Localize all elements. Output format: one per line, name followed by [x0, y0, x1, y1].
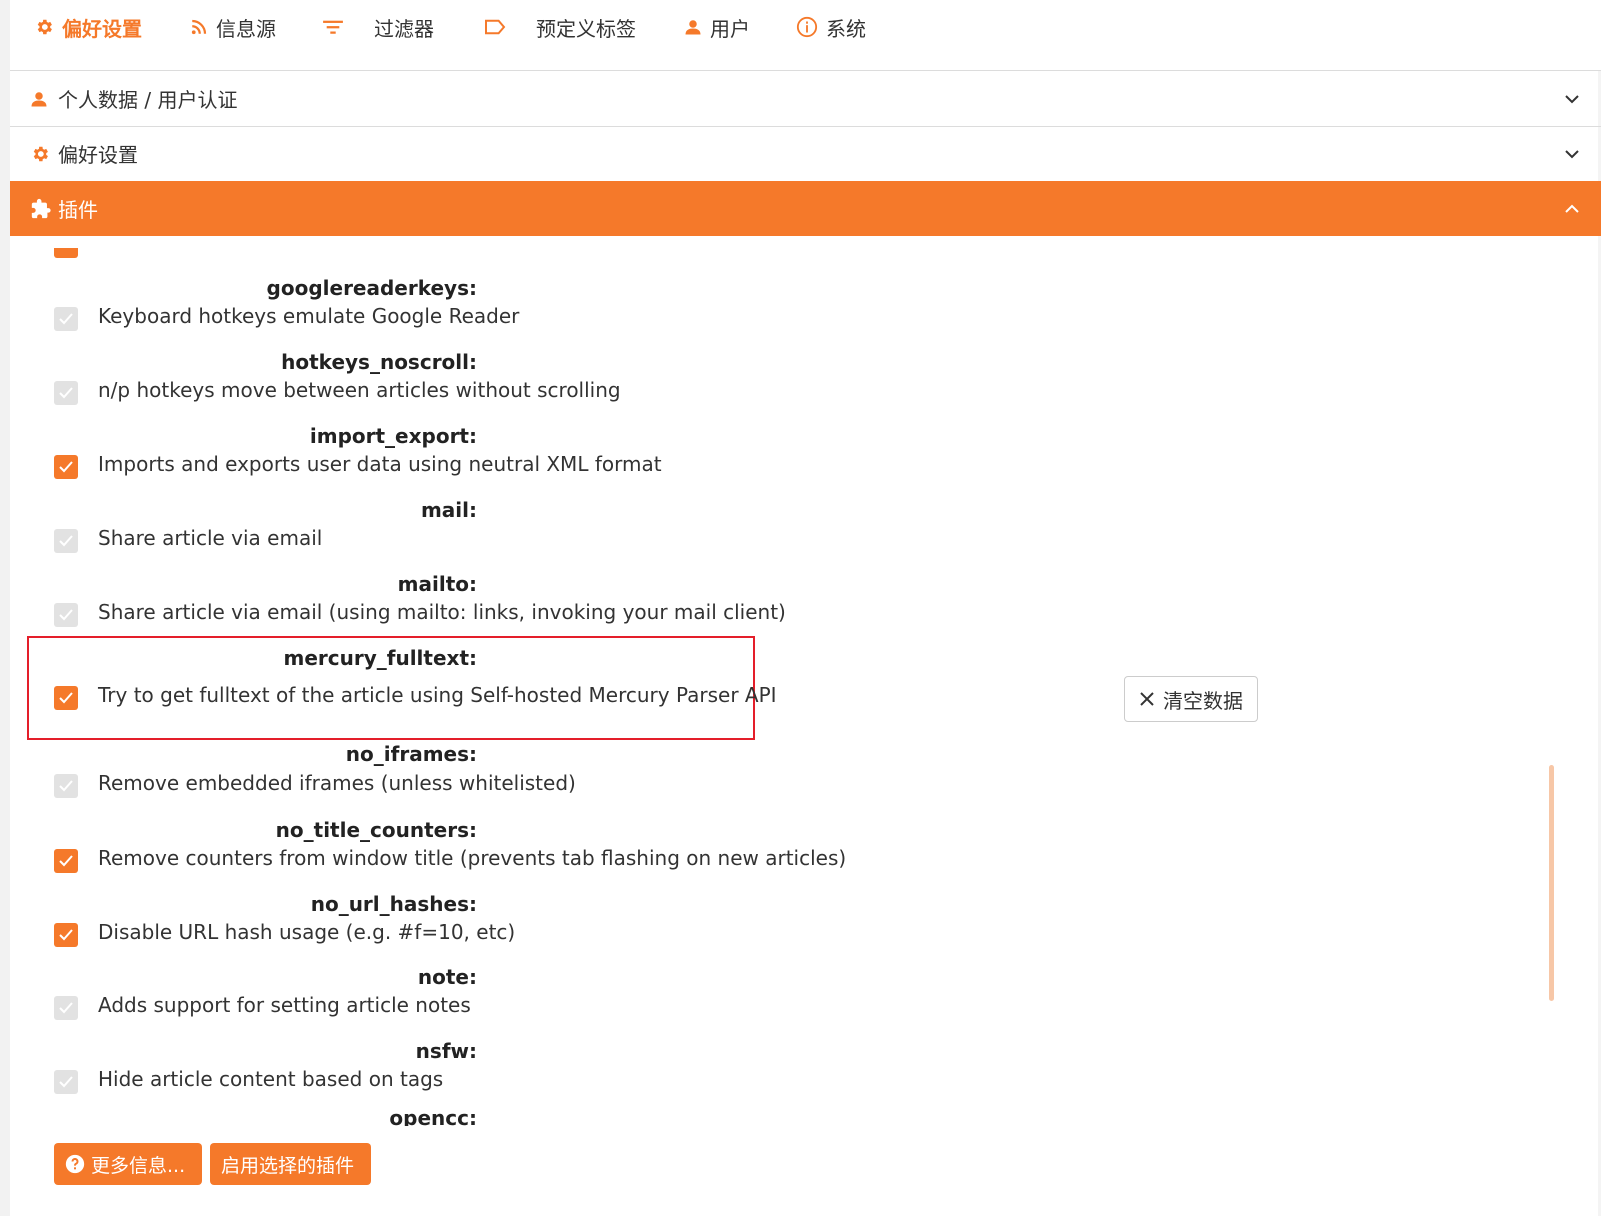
plugin-name: no_title_counters:	[275, 818, 477, 842]
section-preferences[interactable]: 偏好设置	[10, 126, 1601, 182]
tab-system[interactable]: 系统	[796, 0, 866, 54]
plugin-name: googlereaderkeys:	[266, 276, 477, 300]
tab-label: 过滤器	[374, 16, 434, 41]
user-icon	[684, 17, 702, 37]
plugin-checkbox[interactable]	[54, 1070, 78, 1094]
plugin-checkbox[interactable]	[54, 307, 78, 331]
close-icon	[1139, 691, 1155, 707]
plugin-description: Disable URL hash usage (e.g. #f=10, etc)	[98, 920, 516, 944]
more-info-button[interactable]: 更多信息...	[54, 1143, 202, 1185]
tab-label: 信息源	[216, 16, 276, 41]
plugin-name: mail:	[420, 498, 477, 522]
chevron-down-icon	[1565, 71, 1579, 126]
plugin-description: Hide article content based on tags	[98, 1067, 444, 1091]
plugin-checkbox[interactable]	[54, 381, 78, 405]
enable-selected-label: 启用选择的插件	[221, 1154, 355, 1177]
plugin-name: note:	[417, 965, 477, 989]
tab-label: 用户	[710, 16, 750, 41]
gear-icon	[34, 17, 54, 37]
chevron-down-icon	[1565, 126, 1579, 181]
plugin-description: Remove embedded iframes (unless whitelis…	[98, 771, 576, 795]
clear-data-label: 清空数据	[1163, 688, 1243, 713]
section-label: 个人数据 / 用户认证	[58, 88, 238, 112]
rss-icon	[190, 18, 208, 36]
tab-label: 预定义标签	[536, 16, 636, 41]
enable-selected-plugins-button[interactable]: 启用选择的插件	[210, 1143, 371, 1185]
user-icon	[30, 71, 48, 126]
tab-labels[interactable]: 预定义标签	[484, 0, 636, 54]
clear-data-button[interactable]: 清空数据	[1124, 676, 1258, 722]
top-tab-bar: 偏好设置 信息源 过滤器 预定义标签 用户 系统	[10, 0, 1601, 71]
tab-users[interactable]: 用户	[684, 0, 750, 54]
plugin-checkbox[interactable]	[54, 686, 78, 710]
section-personal-data[interactable]: 个人数据 / 用户认证	[10, 71, 1601, 127]
label-icon	[484, 18, 506, 36]
section-label: 偏好设置	[58, 143, 138, 167]
puzzle-icon	[30, 181, 52, 236]
plugin-description: Try to get fulltext of the article using…	[98, 683, 777, 707]
plugin-checkbox[interactable]	[54, 774, 78, 798]
plugin-name: no_iframes:	[345, 742, 477, 766]
plugin-description: Imports and exports user data using neut…	[98, 452, 662, 476]
plugin-name: mailto:	[397, 572, 477, 596]
plugin-checkbox[interactable]	[54, 923, 78, 947]
tab-filters[interactable]: 过滤器	[322, 0, 434, 54]
plugin-checkbox[interactable]	[54, 603, 78, 627]
section-label: 插件	[58, 198, 98, 222]
tab-label: 偏好设置	[62, 16, 142, 41]
plugin-name: hotkeys_noscroll:	[281, 350, 477, 374]
plugin-description: n/p hotkeys move between articles withou…	[98, 378, 621, 402]
scrollbar-thumb[interactable]	[1549, 765, 1554, 1001]
plugin-description: Share article via email (using mailto: l…	[98, 600, 786, 624]
plugin-name: no_url_hashes:	[310, 892, 477, 916]
plugin-checkbox[interactable]	[54, 849, 78, 873]
plugin-checkbox[interactable]	[54, 996, 78, 1020]
left-gutter	[0, 0, 10, 1216]
plugin-checkbox[interactable]	[54, 455, 78, 479]
plugin-description: Keyboard hotkeys emulate Google Reader	[98, 304, 520, 328]
plugin-checkbox[interactable]	[54, 529, 78, 553]
plugin-description: Remove counters from window title (preve…	[98, 846, 847, 870]
tab-preferences[interactable]: 偏好设置	[34, 0, 142, 54]
tab-label: 系统	[826, 16, 866, 41]
help-icon	[65, 1154, 85, 1174]
filter-icon	[322, 18, 344, 36]
plugin-name: nsfw:	[415, 1039, 477, 1063]
gear-icon	[30, 126, 50, 181]
plugin-description: Share article via email	[98, 526, 323, 550]
plugin-name: mercury_fulltext:	[283, 646, 478, 670]
plugin-description: Adds support for setting article notes	[98, 993, 471, 1017]
plugins-list: googlereaderkeys: Keyboard hotkeys emula…	[10, 236, 1601, 1126]
plugin-checkbox-partial[interactable]	[54, 248, 78, 258]
tab-feeds[interactable]: 信息源	[190, 0, 276, 54]
more-info-label: 更多信息...	[91, 1154, 186, 1177]
chevron-up-icon	[1565, 181, 1579, 236]
plugin-name: import_export:	[309, 424, 477, 448]
plugin-name: opencc:	[389, 1106, 477, 1126]
section-plugins[interactable]: 插件	[10, 181, 1601, 236]
info-icon	[796, 16, 818, 38]
